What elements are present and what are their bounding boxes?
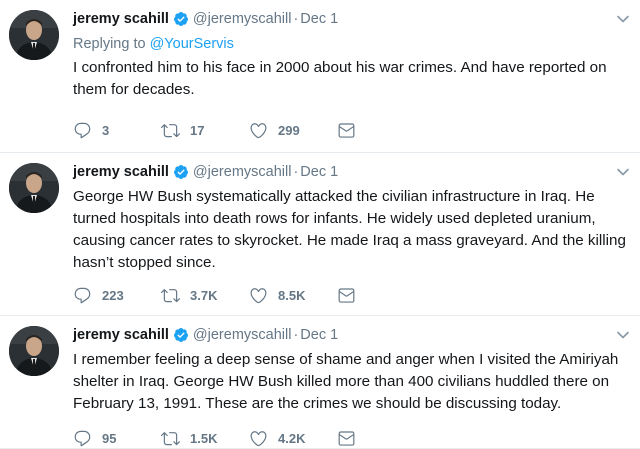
tweet-text: I confronted him to his face in 2000 abo… [73,59,607,98]
retweet-count: 1.5K [190,430,218,446]
verified-badge-icon [173,11,189,27]
verified-badge-icon [173,327,189,343]
author-name[interactable]: jeremy scahill [73,11,169,27]
retweet-button[interactable]: 3.7K [161,286,249,305]
tweet-date[interactable]: Dec 1 [300,327,338,343]
envelope-icon [338,122,355,138]
tweet-text: I remember feeling a deep sense of shame… [73,351,619,412]
reply-icon [74,122,91,138]
separator-dot: · [293,164,299,180]
separator-dot: · [293,11,299,27]
author-handle[interactable]: @jeremyscahill [193,164,292,180]
like-count: 4.2K [278,430,306,446]
replying-to-label: Replying to [73,36,150,52]
like-button[interactable]: 8.5K [249,286,337,305]
separator-dot: · [293,327,299,343]
tweet-date[interactable]: Dec 1 [300,164,338,180]
direct-message-button[interactable] [337,286,367,305]
tweet-text: George HW Bush systematically attacked t… [73,188,626,271]
reply-icon [74,287,91,303]
verified-badge-icon [173,164,189,180]
reply-icon [74,430,91,446]
tweet[interactable]: jeremy scahill @jeremyscahill · Dec 1 Ge… [0,153,640,316]
avatar[interactable] [9,10,59,60]
chevron-down-icon[interactable] [616,12,630,26]
tweet-actions: 95 1.5K 4.2K [73,428,367,448]
heart-icon [250,430,267,446]
like-button[interactable]: 4.2K [249,429,337,448]
reply-button[interactable]: 95 [73,429,161,448]
author-name[interactable]: jeremy scahill [73,327,169,343]
retweet-count: 3.7K [190,287,218,303]
retweet-icon [161,288,180,302]
author-name[interactable]: jeremy scahill [73,164,169,180]
reply-count: 95 [102,430,117,446]
chevron-down-icon[interactable] [616,328,630,342]
reply-count: 3 [102,122,110,138]
retweet-count: 17 [190,122,205,138]
retweet-button[interactable]: 1.5K [161,429,249,448]
tweet-actions: 223 3.7K 8.5K [73,285,367,305]
retweet-icon [161,431,180,445]
envelope-icon [338,430,355,446]
like-button[interactable]: 299 [249,121,337,140]
like-count: 8.5K [278,287,306,303]
like-count: 299 [278,122,300,138]
mention-link[interactable]: @YourServis [150,36,234,52]
tweet[interactable]: jeremy scahill @jeremyscahill · Dec 1 I … [0,316,640,449]
heart-icon [250,287,267,303]
author-handle[interactable]: @jeremyscahill [193,11,292,27]
tweet[interactable]: jeremy scahill @jeremyscahill · Dec 1 Re… [0,0,640,153]
direct-message-button[interactable] [337,429,367,448]
direct-message-button[interactable] [337,121,367,140]
avatar[interactable] [9,326,59,376]
replying-to: Replying to @YourServis [73,35,630,53]
avatar[interactable] [9,163,59,213]
author-handle[interactable]: @jeremyscahill [193,327,292,343]
retweet-button[interactable]: 17 [161,121,249,140]
chevron-down-icon[interactable] [616,165,630,179]
heart-icon [250,122,267,138]
tweet-actions: 3 17 299 [73,120,367,140]
tweet-date[interactable]: Dec 1 [300,11,338,27]
reply-count: 223 [102,287,124,303]
reply-button[interactable]: 223 [73,286,161,305]
retweet-icon [161,123,180,137]
reply-button[interactable]: 3 [73,121,161,140]
envelope-icon [338,287,355,303]
